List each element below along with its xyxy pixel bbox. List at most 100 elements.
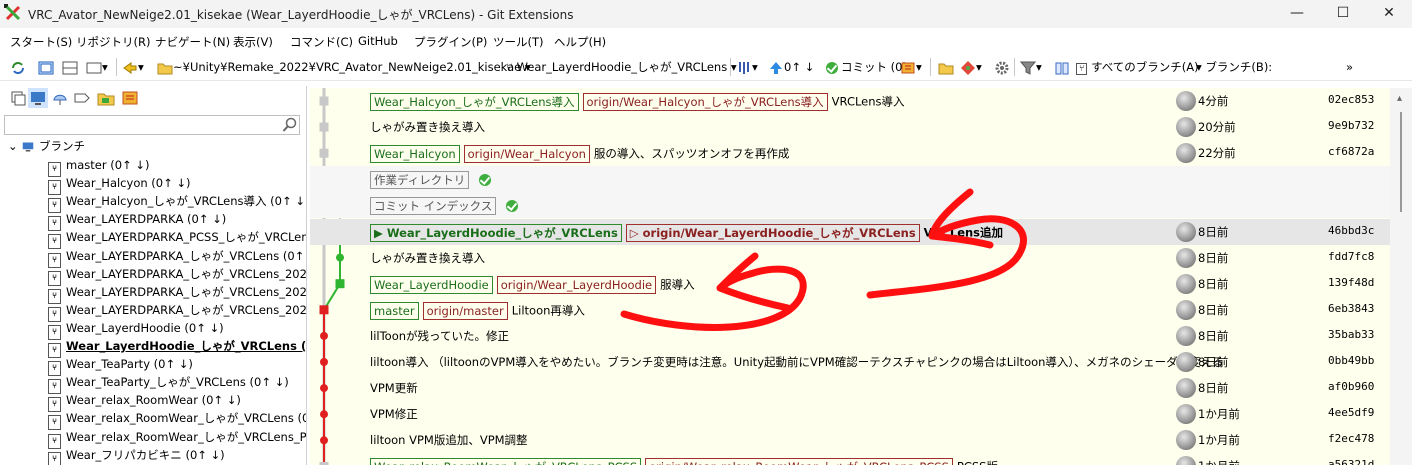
- tree-branch-label: Wear_Halcyon (0↑ ↓): [66, 176, 191, 191]
- menu-bar: スタート(S) リポジトリ(R) ナビゲート(N) 表示(V) コマンド(C) …: [0, 30, 1412, 52]
- tree-branch-item[interactable]: ⑂Wear_LAYERDPARKA_しゃが_VRCLens_2023090: [48, 301, 307, 322]
- repository-path-dropdown[interactable]: ~¥Unity¥Remake_2022¥VRC_Avator_NewNeige2…: [157, 57, 531, 77]
- branches-view-icon[interactable]: [28, 88, 48, 108]
- branch-filter-dropdown[interactable]: ▾ ブランチ(B):: [1196, 57, 1272, 77]
- tree-branch-item[interactable]: ⑂ Wear_Halcyon (0↑ ↓): [48, 174, 191, 196]
- menu-tools[interactable]: ツール(T): [493, 34, 544, 50]
- tree-branch-label: Wear_LAYERDPARKA (0↑ ↓): [66, 212, 227, 227]
- branches-computer-icon: [23, 142, 34, 151]
- tree-branch-label: Wear_relax_RoomWear_しゃが_VRCLens (0↑ ↓: [66, 411, 307, 426]
- tree-branch-label: Wear_LAYERDPARKA_しゃが_VRCLens_2023090: [66, 302, 307, 317]
- tree-branch-item[interactable]: ⑂ Wear_TeaParty (0↑ ↓): [48, 355, 193, 377]
- chevron-down-icon[interactable]: ⌄: [8, 139, 18, 153]
- tree-branch-item[interactable]: ⑂Wear_LayerdHoodie_しゃが_VRCLens (0↑ ↓): [48, 337, 307, 358]
- annotation-arrows: [620, 188, 1027, 331]
- branch-icon: ⑂: [506, 60, 513, 74]
- tree-branch-label: Wear_TeaParty (0↑ ↓): [66, 357, 193, 372]
- tree-branch-label: Wear_LAYERDPARKA_PCSS_しゃが_VRCLens (0: [66, 230, 307, 245]
- submodules-view-icon[interactable]: [96, 88, 116, 108]
- tree-branch-label: Wear_LayerdHoodie (0↑ ↓): [66, 320, 224, 335]
- tree-branch-item[interactable]: ⑂ Wear_LayerdHoodie (0↑ ↓): [48, 319, 224, 340]
- menu-view[interactable]: 表示(V): [233, 34, 273, 50]
- commit-check-icon: [826, 61, 838, 74]
- tree-branch-item[interactable]: ⑂ Wear_LAYERDPARKA_しゃが_VRCLens (0↑ ↓): [48, 247, 307, 268]
- stashes-view-icon[interactable]: [120, 88, 140, 108]
- all-branches-button[interactable]: ⑂ すべてのブランチ(A): [1076, 57, 1199, 77]
- remotes-view-icon[interactable]: [50, 88, 70, 108]
- refresh-icon[interactable]: [10, 57, 26, 77]
- tree-branch-item[interactable]: ⑂ Wear_フリパカビキニ (0↑ ↓): [48, 446, 225, 465]
- branch-dropdown[interactable]: ⑂ Wear_LayerdHoodie_しゃが_VRCLens ▾: [506, 57, 737, 77]
- filter-icon[interactable]: ▾: [1020, 57, 1042, 77]
- stash-icon[interactable]: ▾: [900, 57, 922, 77]
- window-title: VRC_Avator_NewNeige2.01_kisekae (Wear_La…: [28, 8, 574, 22]
- close-button[interactable]: ✕: [1366, 0, 1412, 28]
- minimize-button[interactable]: —: [1274, 0, 1320, 28]
- layout-horizontal-icon[interactable]: [62, 57, 78, 77]
- tree-branch-item[interactable]: ⑂ Wear_TeaParty_しゃが_VRCLens (0↑ ↓): [48, 373, 289, 395]
- commit-button[interactable]: コミット (0): [826, 57, 907, 77]
- tree-branch-item[interactable]: ⑂Wear_LAYERDPARKA_しゃが_VRCLens_2023081: [48, 265, 307, 286]
- menu-navigate[interactable]: ナビゲート(N): [155, 34, 230, 50]
- tree-branch-item[interactable]: ⑂ Wear_Halcyon_しゃが_VRCLens導入 (0↑ ↓): [48, 192, 307, 214]
- annotation-arrow-upper: [866, 188, 1027, 299]
- navigate-back-icon[interactable]: ▾: [122, 57, 144, 77]
- vertical-scrollbar[interactable]: ▴: [1390, 88, 1412, 465]
- search-icon[interactable]: [282, 117, 298, 133]
- tree-branch-item[interactable]: ⑂ Wear_LAYERDPARKA_PCSS_しゃが_VRCLens (0: [48, 228, 307, 250]
- menu-commands[interactable]: コマンド(C): [290, 34, 353, 50]
- menu-start[interactable]: スタート(S): [10, 34, 72, 50]
- tree-branch-item[interactable]: ⑂ master (0↑ ↓): [48, 156, 150, 177]
- menu-repository[interactable]: リポジトリ(R): [76, 34, 150, 50]
- tree-branch-label: Wear_TeaParty_しゃが_VRCLens (0↑ ↓): [66, 375, 289, 390]
- push-arrow-icon: [770, 61, 782, 74]
- revision-grid[interactable]: Wear_Halcyon_しゃが_VRCLens導入 origin/Wear_Ha…: [310, 88, 1390, 465]
- push-button[interactable]: 0↑ ↓: [768, 57, 814, 77]
- repository-path: ~¥Unity¥Remake_2022¥VRC_Avator_NewNeige2…: [173, 60, 522, 74]
- push-count: 0↑ ↓: [784, 60, 815, 74]
- branch-icon: ⑂: [48, 451, 61, 465]
- maximize-button[interactable]: ☐: [1320, 0, 1366, 28]
- tree-branch-label: Wear_LayerdHoodie_しゃが_VRCLens (0↑ ↓): [66, 339, 307, 353]
- layout-dropdown-icon[interactable]: ▾: [86, 57, 108, 77]
- toolbar-overflow-button[interactable]: »: [1346, 57, 1353, 77]
- layout-split-icon[interactable]: [38, 57, 54, 77]
- branch-icon: ⑂: [1076, 63, 1088, 75]
- branch-search-input[interactable]: [4, 115, 300, 135]
- tree-branch-label: Wear_LAYERDPARKA_しゃが_VRCLens (0↑ ↓): [66, 248, 307, 263]
- left-panel: ⌄ ブランチ ⑂ master (0↑ ↓) ⑂ Wear_Halcyon (0↑ ↓…: [0, 86, 307, 465]
- current-branch: Wear_LayerdHoodie_しゃが_VRCLens: [516, 60, 728, 74]
- git-bash-icon[interactable]: ▾: [960, 57, 982, 77]
- book-icon[interactable]: [1054, 57, 1070, 77]
- tree-branch-label: master (0↑ ↓): [66, 158, 150, 172]
- commit-label: コミット (0): [841, 60, 907, 74]
- annotation-arrow-lower: [620, 252, 807, 331]
- tree-root-label: ブランチ: [38, 139, 85, 153]
- tree-branch-item[interactable]: ⑂ Wear_relax_RoomWear_しゃが_VRCLens_PCSS: [48, 428, 307, 449]
- all-branches-label: すべてのブランチ(A): [1091, 60, 1199, 74]
- collapse-icon[interactable]: [8, 88, 28, 108]
- tree-branch-label: Wear_relax_RoomWear_しゃが_VRCLens_PCSS: [66, 429, 307, 444]
- title-bar: VRC_Avator_NewNeige2.01_kisekae (Wear_La…: [0, 0, 1412, 28]
- pull-icon[interactable]: ▾: [736, 57, 758, 77]
- tree-branch-label: Wear_フリパカビキニ (0↑ ↓): [66, 447, 225, 462]
- git-extensions-icon: [4, 4, 21, 21]
- settings-gear-icon[interactable]: [994, 57, 1010, 77]
- menu-plugins[interactable]: プラグイン(P): [414, 34, 487, 50]
- tags-view-icon[interactable]: [72, 88, 92, 108]
- tree-branch-item[interactable]: ⑂ Wear_relax_RoomWear (0↑ ↓): [48, 391, 241, 413]
- branch-filter-label: ブランチ(B):: [1205, 60, 1273, 74]
- menu-github[interactable]: GitHub: [358, 34, 398, 48]
- tree-branch-label: Wear_Halcyon_しゃが_VRCLens導入 (0↑ ↓): [66, 194, 307, 209]
- tree-branch-item[interactable]: ⑂ Wear_LAYERDPARKA (0↑ ↓): [48, 210, 227, 232]
- folder-icon: [157, 63, 173, 74]
- tree-branch-label: Wear_LAYERDPARKA_しゃが_VRCLens_2023090: [66, 284, 307, 299]
- menu-help[interactable]: ヘルプ(H): [554, 34, 606, 50]
- tree-branch-item[interactable]: ⑂Wear_LAYERDPARKA_しゃが_VRCLens_2023090: [48, 283, 307, 304]
- tree-root-branches[interactable]: ⌄ ブランチ: [8, 137, 85, 155]
- tree-branch-label: Wear_LAYERDPARKA_しゃが_VRCLens_2023081: [66, 266, 307, 281]
- toolbar: ▾ ▾ ~¥Unity¥Remake_2022¥VRC_Avator_NewNe…: [0, 54, 1412, 81]
- open-folder-icon[interactable]: [938, 57, 954, 77]
- tree-branch-item[interactable]: ⑂ Wear_relax_RoomWear_しゃが_VRCLens (0↑ ↓: [48, 409, 307, 431]
- tree-branch-label: Wear_relax_RoomWear (0↑ ↓): [66, 393, 241, 408]
